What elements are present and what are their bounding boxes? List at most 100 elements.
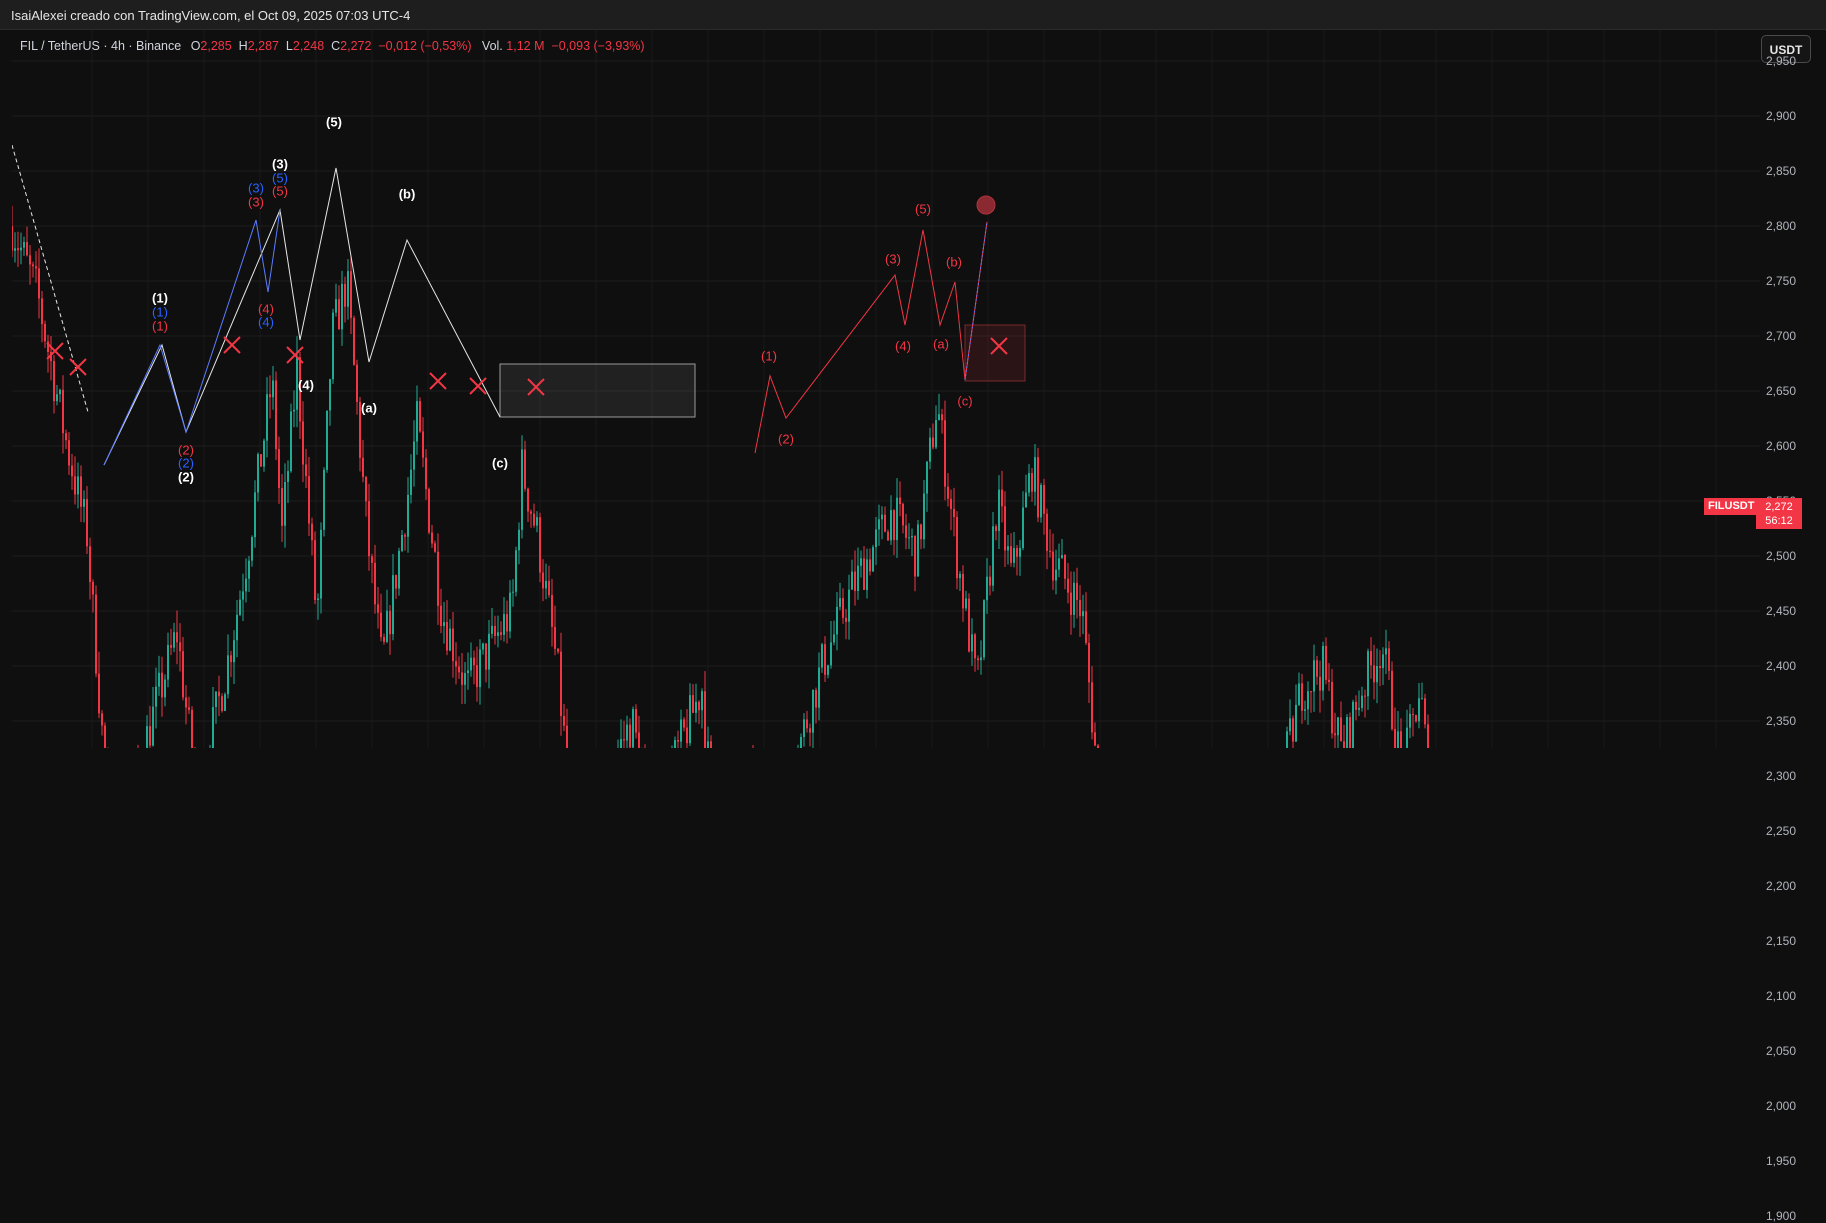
wave-label[interactable]: (1) [152, 319, 168, 334]
wave-label[interactable]: (3) [885, 252, 901, 267]
wave-label[interactable]: (1) [761, 349, 777, 364]
candle-body [212, 707, 214, 748]
candle-body [1313, 660, 1315, 692]
candle-body [1331, 681, 1333, 734]
candle-body [476, 665, 478, 688]
price-tick-label: 2,900 [1766, 109, 1797, 123]
candle-body [887, 531, 889, 541]
candle-body [1016, 548, 1018, 557]
candle-body [53, 361, 55, 402]
candle-body [977, 658, 979, 661]
wave-label[interactable]: (5) [915, 202, 931, 217]
candle-body [1364, 695, 1366, 697]
candle-body [824, 644, 826, 675]
candle-body [944, 420, 946, 487]
candle-body [236, 614, 238, 641]
wave-label[interactable]: (1) [152, 305, 168, 320]
candle-body [1052, 551, 1054, 581]
price-tick-label: 2,750 [1766, 274, 1797, 288]
candle-body [1349, 717, 1351, 748]
candle-body [1376, 666, 1378, 683]
candle-body [929, 437, 931, 462]
wave-label[interactable]: (a) [933, 337, 949, 352]
candle-body [1046, 513, 1048, 551]
candle-body [1346, 717, 1348, 748]
candle-body [59, 389, 61, 395]
wave-label[interactable]: (3) [248, 181, 264, 196]
candle-body [509, 592, 511, 632]
candle-body [95, 594, 97, 674]
candle-body [362, 457, 364, 477]
candle-body [1061, 555, 1063, 559]
candle-body [620, 739, 622, 748]
candle-body [1091, 682, 1093, 733]
candle-body [527, 488, 529, 512]
candle-body [389, 610, 391, 635]
candle-body [377, 604, 379, 613]
wave-label[interactable]: (b) [399, 187, 416, 202]
wave-label[interactable]: (a) [361, 401, 377, 416]
candle-body [1301, 683, 1303, 711]
candle-body [1292, 718, 1294, 742]
candle-body [1370, 651, 1372, 666]
candle-body [83, 499, 85, 507]
low-value: 2,248 [292, 39, 325, 53]
candle-body [257, 454, 259, 493]
candle-body [437, 551, 439, 606]
wave-label[interactable]: (4) [258, 315, 274, 330]
candle-body [1037, 457, 1039, 518]
candle-body [1085, 611, 1087, 643]
wave-label[interactable]: (1) [152, 291, 168, 306]
candle-body [167, 644, 169, 680]
zone-rectangle [964, 324, 1026, 382]
wave-label[interactable]: (2) [778, 432, 794, 447]
candle-body [707, 741, 709, 748]
candle-body [857, 565, 859, 591]
candle-body [962, 573, 964, 609]
wave-label[interactable]: (4) [298, 378, 314, 393]
candle-body [920, 524, 922, 540]
candle-body [545, 580, 547, 589]
candle-body [239, 599, 241, 615]
candle-body [32, 264, 34, 267]
wave-label[interactable]: (b) [946, 255, 962, 270]
wave-label[interactable]: (c) [957, 394, 972, 409]
wave-label[interactable]: (c) [492, 456, 508, 471]
candle-body [638, 732, 640, 748]
candle-body [899, 497, 901, 505]
wave-label[interactable]: (5) [272, 184, 288, 199]
candle-body [515, 550, 517, 592]
candle-body [806, 719, 808, 729]
candle-body [398, 550, 400, 589]
candle-body [86, 499, 88, 547]
candle-body [188, 707, 190, 710]
price-tick-label: 2,700 [1766, 329, 1797, 343]
candle-body [884, 514, 886, 532]
candle-body [503, 614, 505, 635]
wave-label[interactable]: (4) [895, 339, 911, 354]
candle-body [992, 526, 994, 586]
wave-label[interactable]: (3) [248, 195, 264, 210]
candle-body [533, 513, 535, 526]
candle-body [224, 694, 226, 711]
candle-body [92, 581, 94, 595]
candle-body [965, 598, 967, 609]
candlestick-chart[interactable] [12, 30, 1826, 748]
candle-body [269, 394, 271, 398]
wave-label[interactable]: (2) [178, 456, 194, 471]
candle-body [1298, 683, 1300, 705]
candle-body [1415, 715, 1417, 722]
candle-body [227, 655, 229, 695]
candle-body [68, 440, 70, 466]
candle-body [836, 606, 838, 635]
wave-label[interactable]: (3) [272, 157, 288, 172]
candle-body [89, 546, 91, 582]
candle-body [386, 610, 388, 642]
candle-body [1367, 651, 1369, 697]
candle-body [1028, 472, 1030, 493]
wave-label[interactable]: (5) [326, 115, 342, 130]
bar-countdown: 56:12 [1765, 515, 1793, 527]
high-value: 2,287 [247, 39, 279, 53]
symbol-label[interactable]: FIL / TetherUS · 4h · Binance [20, 39, 181, 53]
wave-label[interactable]: (2) [178, 470, 194, 485]
